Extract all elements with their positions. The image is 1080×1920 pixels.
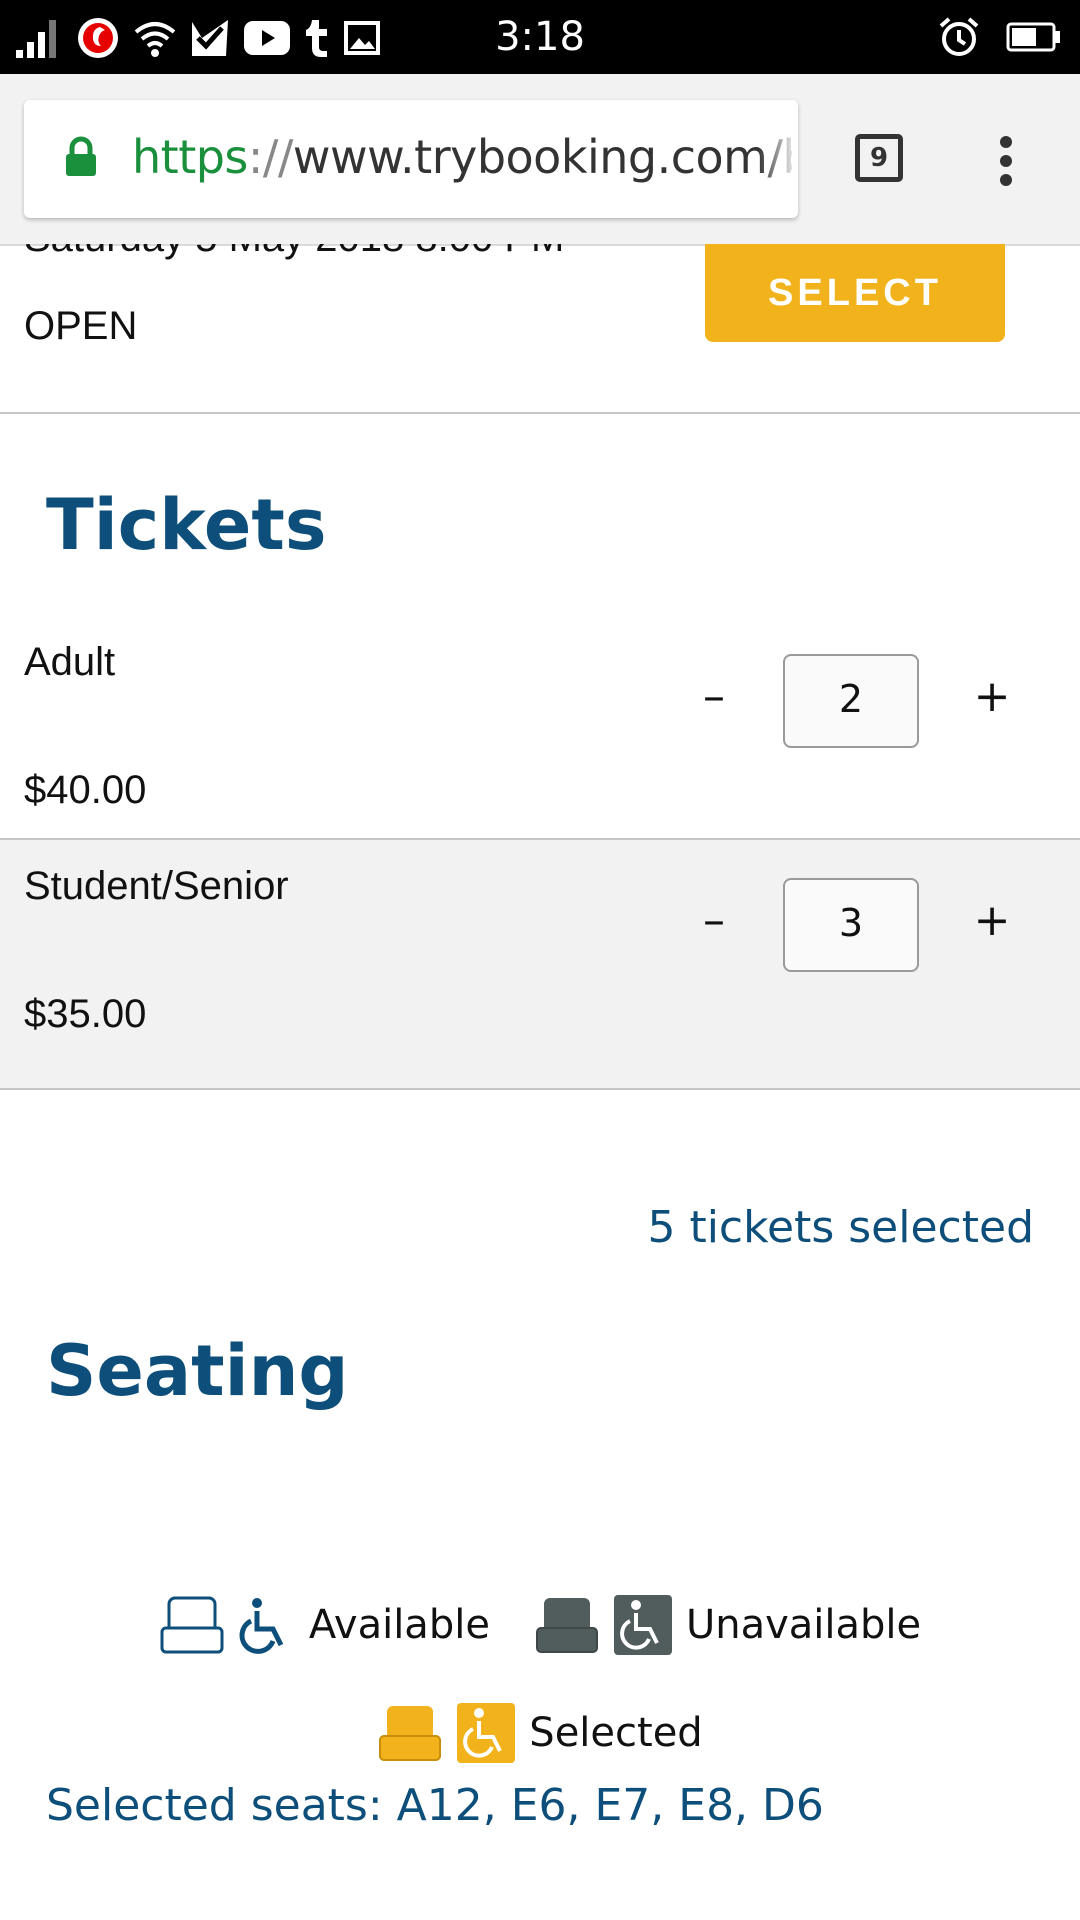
quantity-field[interactable]: 3 [783, 878, 919, 972]
ticket-row-adult: Adult – 2 + $40.00 [0, 616, 1080, 864]
lock-icon [66, 136, 96, 176]
selected-seat-icon [379, 1706, 442, 1761]
url-fade [758, 100, 798, 218]
divider [0, 1088, 1080, 1090]
quantity-field[interactable]: 2 [783, 654, 919, 748]
address-bar[interactable]: https://www.trybooking.com/b [24, 100, 798, 218]
seating-heading: Seating [46, 1330, 349, 1412]
session-status: OPEN [24, 304, 138, 348]
tickets-heading: Tickets [46, 484, 327, 566]
status-bar: 3:18 [0, 0, 1080, 74]
alarm-icon [939, 17, 979, 56]
increase-quantity-button[interactable]: + [962, 890, 1022, 950]
ticket-row-student-senior: Student/Senior – 3 + $35.00 [0, 840, 1080, 1088]
tickets-selected-summary: 5 tickets selected [647, 1202, 1034, 1253]
legend-available-label: Available [308, 1602, 490, 1648]
url-scheme: https [132, 130, 248, 184]
seat-legend-row: Selected [0, 1702, 1080, 1764]
legend-unavailable-label: Unavailable [685, 1602, 922, 1648]
ticket-price: $40.00 [24, 768, 147, 812]
browser-toolbar: https://www.trybooking.com/b 9 [0, 74, 1080, 246]
battery-icon [1006, 22, 1060, 52]
decrease-quantity-button[interactable]: – [684, 890, 744, 950]
available-wheelchair-icon [239, 1598, 284, 1654]
tab-switcher-button[interactable]: 9 [855, 134, 903, 182]
increase-quantity-button[interactable]: + [962, 666, 1022, 726]
unavailable-wheelchair-icon [613, 1595, 672, 1655]
ticket-name: Student/Senior [24, 864, 289, 908]
seat-legend-row: Available Unavailable [0, 1594, 1080, 1656]
available-seat-icon [160, 1596, 224, 1654]
legend-selected-label: Selected [529, 1710, 703, 1756]
decrease-quantity-button[interactable]: – [684, 666, 744, 726]
unavailable-seat-icon [535, 1598, 598, 1653]
url-host: www.trybooking.com/b [292, 130, 792, 184]
select-session-button[interactable]: SELECT [705, 244, 1005, 342]
selected-wheelchair-icon [457, 1703, 516, 1763]
selected-seats-text: Selected seats: A12, E6, E7, E8, D6 [46, 1780, 824, 1831]
ticket-name: Adult [24, 640, 116, 684]
ticket-price: $35.00 [24, 992, 147, 1036]
session-date: Saturday 5 May 2018 8:00 PM [24, 244, 564, 261]
overflow-menu-icon[interactable] [996, 136, 1016, 190]
divider [0, 412, 1080, 414]
url-separator: :// [247, 130, 294, 184]
status-time: 3:18 [495, 14, 585, 60]
page-content: Saturday 5 May 2018 8:00 PM OPEN SELECT … [0, 244, 1080, 1920]
url-text: https://www.trybooking.com/b [132, 130, 792, 184]
